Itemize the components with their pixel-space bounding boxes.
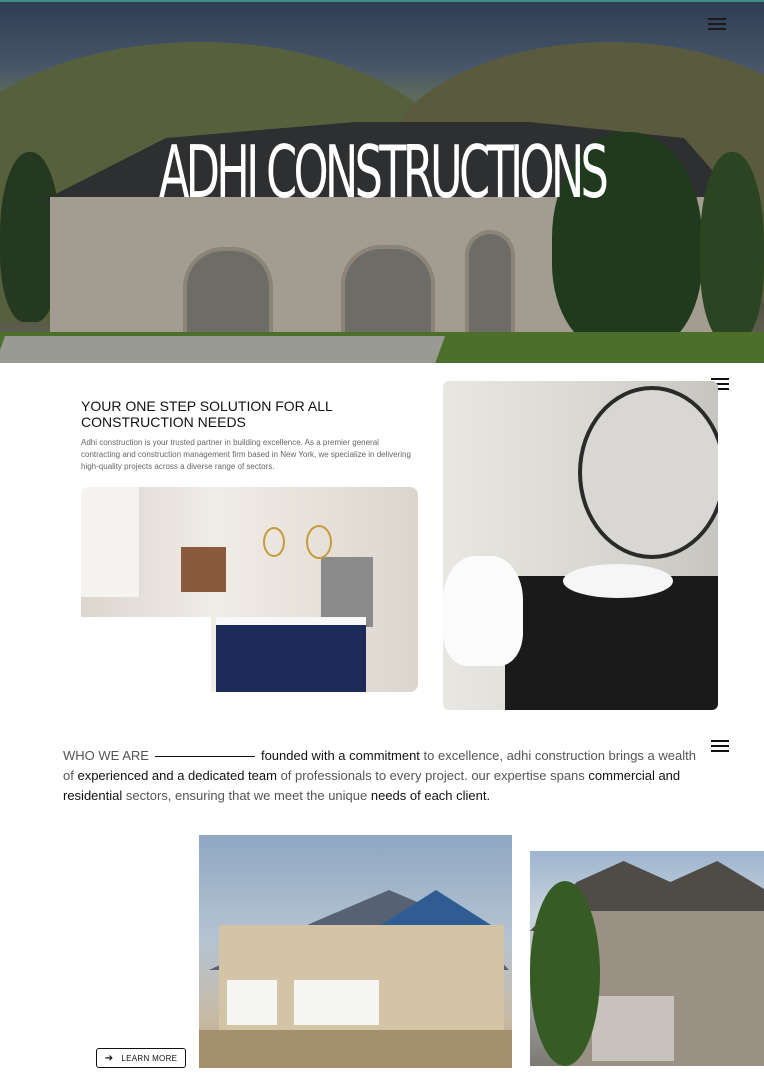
house-image (530, 851, 764, 1066)
house-garage (227, 980, 277, 1025)
about-segment: experienced and a dedicated team (77, 768, 277, 783)
bathroom-tub (443, 556, 523, 666)
hero-section: ADHI CONSTRUCTIONS (0, 0, 764, 363)
kitchen-island (216, 617, 366, 692)
hero-garage-door (183, 247, 273, 341)
about-segment: sectors, ensuring that we meet the uniqu… (122, 788, 371, 803)
learn-more-button[interactable]: ➔ LEARN MORE (96, 1048, 186, 1068)
about-segment: of professionals to every project. our e… (276, 768, 589, 783)
about-segment: needs of each client. (370, 788, 491, 803)
intro-paragraph: Adhi construction is your trusted partne… (81, 438, 411, 471)
arrow-right-icon: ➔ (104, 1052, 114, 1064)
bathroom-image (443, 381, 718, 710)
about-divider (154, 756, 255, 758)
kitchen-pendant-light (306, 525, 332, 559)
hero-garage-door (465, 230, 515, 341)
learn-more-label: LEARN MORE (121, 1053, 178, 1063)
house-image (199, 835, 512, 1068)
hamburger-menu-icon[interactable] (708, 18, 726, 32)
about-segment: founded with a commitment (260, 748, 420, 763)
kitchen-image (81, 487, 418, 692)
about-label: WHO WE ARE (63, 748, 149, 763)
bathroom-sink (563, 564, 673, 598)
kitchen-backsplash (181, 547, 226, 592)
hamburger-menu-icon[interactable] (711, 740, 729, 754)
kitchen-cabinet (81, 487, 141, 597)
house-garage (294, 980, 379, 1025)
hero-driveway (0, 336, 446, 363)
hero-title: ADHI CONSTRUCTIONS (158, 130, 609, 214)
about-text: WHO WE ARE founded with a commitment to e… (63, 746, 703, 806)
section-headline: YOUR ONE STEP SOLUTION FOR ALL CONSTRUCT… (81, 398, 333, 430)
house-ground (199, 1030, 512, 1068)
house-garage (592, 996, 674, 1061)
kitchen-counter (81, 617, 211, 692)
kitchen-pendant-light (263, 527, 285, 557)
bathroom-mirror (578, 386, 718, 559)
hero-tree (700, 152, 764, 342)
hero-garage-door (341, 245, 435, 341)
house-tree (530, 881, 600, 1066)
